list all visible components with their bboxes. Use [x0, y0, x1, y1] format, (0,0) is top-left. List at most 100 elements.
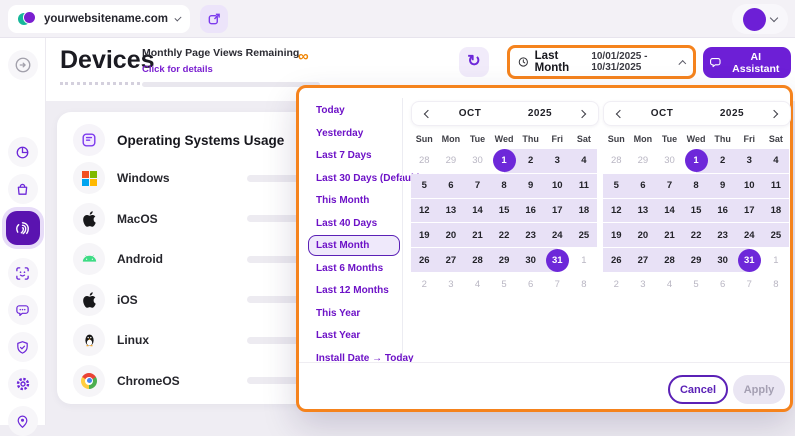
preset-item[interactable]: Last Month [308, 235, 400, 256]
day-cell[interactable]: 3 [630, 273, 657, 297]
day-cell[interactable]: 14 [656, 199, 683, 223]
day-cell[interactable]: 12 [411, 199, 438, 223]
day-cell[interactable]: 1 [683, 149, 710, 173]
day-cell[interactable]: 20 [438, 223, 465, 247]
preset-item[interactable]: Yesterday [308, 123, 400, 144]
day-cell[interactable]: 22 [491, 223, 518, 247]
day-cell[interactable]: 14 [464, 199, 491, 223]
day-cell[interactable]: 27 [630, 248, 657, 272]
day-cell[interactable]: 28 [603, 149, 630, 173]
day-cell[interactable]: 19 [603, 223, 630, 247]
preset-item[interactable]: Last 6 Months [308, 258, 400, 279]
day-cell[interactable]: 29 [491, 248, 518, 272]
day-cell[interactable]: 6 [630, 174, 657, 198]
day-cell[interactable]: 11 [763, 174, 790, 198]
day-cell[interactable]: 31 [736, 248, 763, 272]
day-cell[interactable]: 9 [517, 174, 544, 198]
day-cell[interactable]: 13 [630, 199, 657, 223]
day-cell[interactable]: 30 [517, 248, 544, 272]
day-cell[interactable]: 30 [709, 248, 736, 272]
sidebar-item-analytics[interactable] [8, 137, 38, 167]
pageviews-details-link[interactable]: Click for details [142, 64, 213, 75]
sidebar-item-face-id[interactable] [8, 258, 38, 288]
day-cell[interactable]: 5 [491, 273, 518, 297]
day-cell[interactable]: 16 [517, 199, 544, 223]
ai-assistant-button[interactable]: AI Assistant [703, 47, 791, 78]
day-cell[interactable]: 31 [544, 248, 571, 272]
day-cell[interactable]: 18 [571, 199, 598, 223]
day-cell[interactable]: 10 [736, 174, 763, 198]
day-cell[interactable]: 27 [438, 248, 465, 272]
open-site-external-button[interactable] [200, 5, 228, 33]
preset-item[interactable]: This Year [308, 303, 400, 324]
preset-item[interactable]: This Month [308, 190, 400, 211]
day-cell[interactable]: 28 [464, 248, 491, 272]
day-cell[interactable]: 10 [544, 174, 571, 198]
sidebar-item-orders[interactable] [8, 174, 38, 204]
day-cell[interactable]: 19 [411, 223, 438, 247]
day-cell[interactable]: 5 [603, 174, 630, 198]
day-cell[interactable]: 24 [544, 223, 571, 247]
day-cell[interactable]: 3 [736, 149, 763, 173]
day-cell[interactable]: 6 [709, 273, 736, 297]
day-cell[interactable]: 15 [491, 199, 518, 223]
day-cell[interactable]: 4 [656, 273, 683, 297]
day-cell[interactable]: 8 [763, 273, 790, 297]
preset-item[interactable]: Last 30 Days (Default) [308, 168, 400, 189]
day-cell[interactable]: 6 [517, 273, 544, 297]
day-cell[interactable]: 30 [464, 149, 491, 173]
day-cell[interactable]: 18 [763, 199, 790, 223]
next-month-button[interactable] [767, 107, 781, 121]
preset-item[interactable]: Install Date → Today [308, 348, 400, 369]
preset-item[interactable]: Last 7 Days [308, 145, 400, 166]
preset-item[interactable]: Last 40 Days [308, 213, 400, 234]
day-cell[interactable]: 16 [709, 199, 736, 223]
day-cell[interactable]: 7 [656, 174, 683, 198]
day-cell[interactable]: 26 [411, 248, 438, 272]
day-cell[interactable]: 2 [517, 149, 544, 173]
sidebar-item-security[interactable] [8, 332, 38, 362]
preset-item[interactable]: Today [308, 100, 400, 121]
day-cell[interactable]: 15 [683, 199, 710, 223]
day-cell[interactable]: 20 [630, 223, 657, 247]
day-cell[interactable]: 23 [709, 223, 736, 247]
sidebar-item-messages[interactable] [8, 295, 38, 325]
day-cell[interactable]: 5 [411, 174, 438, 198]
day-cell[interactable]: 8 [683, 174, 710, 198]
day-cell[interactable]: 1 [763, 248, 790, 272]
day-cell[interactable]: 7 [736, 273, 763, 297]
refresh-button[interactable]: ↻ [459, 47, 489, 77]
day-cell[interactable]: 21 [464, 223, 491, 247]
cancel-button[interactable]: Cancel [668, 375, 728, 404]
day-cell[interactable]: 6 [438, 174, 465, 198]
sidebar-collapse-button[interactable] [8, 50, 38, 80]
day-cell[interactable]: 4 [464, 273, 491, 297]
day-cell[interactable]: 2 [603, 273, 630, 297]
sidebar-item-devices-active[interactable] [6, 211, 40, 245]
day-cell[interactable]: 1 [571, 248, 598, 272]
day-cell[interactable]: 25 [571, 223, 598, 247]
day-cell[interactable]: 1 [491, 149, 518, 173]
day-cell[interactable]: 24 [736, 223, 763, 247]
day-cell[interactable]: 12 [603, 199, 630, 223]
day-cell[interactable]: 17 [544, 199, 571, 223]
day-cell[interactable]: 22 [683, 223, 710, 247]
day-cell[interactable]: 4 [571, 149, 598, 173]
day-cell[interactable]: 28 [411, 149, 438, 173]
day-cell[interactable]: 2 [709, 149, 736, 173]
day-cell[interactable]: 8 [491, 174, 518, 198]
date-range-trigger[interactable]: Last Month 10/01/2025 - 10/31/2025 [507, 45, 696, 79]
prev-month-button[interactable] [613, 107, 627, 121]
prev-month-button[interactable] [421, 107, 435, 121]
day-cell[interactable]: 8 [571, 273, 598, 297]
day-cell[interactable]: 13 [438, 199, 465, 223]
day-cell[interactable]: 3 [438, 273, 465, 297]
day-cell[interactable]: 29 [683, 248, 710, 272]
day-cell[interactable]: 29 [438, 149, 465, 173]
day-cell[interactable]: 9 [709, 174, 736, 198]
day-cell[interactable]: 5 [683, 273, 710, 297]
sidebar-item-visitors[interactable] [8, 406, 38, 436]
day-cell[interactable]: 2 [411, 273, 438, 297]
preset-item[interactable]: Last Year [308, 325, 400, 346]
day-cell[interactable]: 28 [656, 248, 683, 272]
